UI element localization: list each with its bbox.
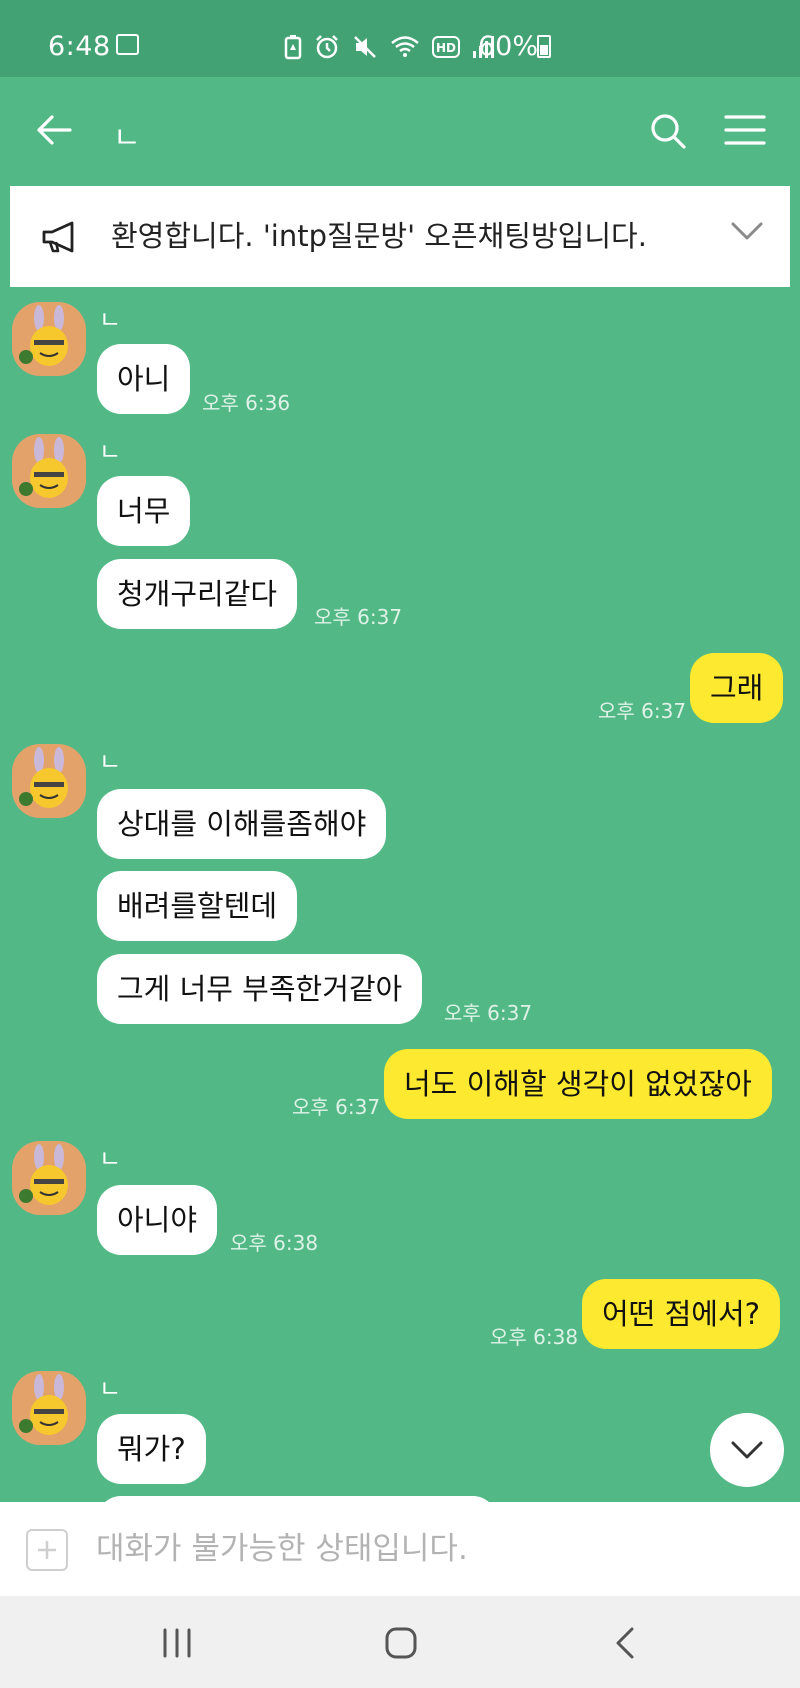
plus-icon <box>38 1541 56 1559</box>
message-bubble-incoming[interactable]: 그게 너무 부족한거같아 <box>97 954 423 1024</box>
message-time: 오후 6:37 <box>598 699 687 723</box>
message-bubble-incoming[interactable]: 너무 <box>97 476 191 546</box>
message-time: 오후 6:37 <box>444 1001 533 1025</box>
message-input[interactable]: 대화가 불가능한 상태입니다. <box>96 1502 468 1596</box>
message-time: 오후 6:37 <box>292 1095 381 1119</box>
message-bubble-incoming[interactable]: 아니 <box>97 344 191 414</box>
sender-name: ㄴ <box>99 748 122 776</box>
message-time: 오후 6:37 <box>314 605 403 629</box>
chat-title: ㄴ <box>113 121 141 156</box>
message-input-bar: 대화가 불가능한 상태입니다. <box>0 1502 800 1596</box>
message-bubble-incoming[interactable]: 뭐가? <box>97 1414 206 1484</box>
gallery-icon <box>116 34 139 55</box>
ryan-character-icon <box>19 1374 68 1435</box>
ryan-character-icon <box>19 305 68 366</box>
avatar[interactable] <box>12 1371 86 1445</box>
ryan-character-icon <box>19 1144 68 1205</box>
alarm-icon <box>316 35 338 59</box>
avatar[interactable] <box>12 744 86 818</box>
avatar[interactable] <box>12 434 86 508</box>
notice-text: 환영합니다. 'intp질문방' 오픈채팅방입니다. <box>111 219 647 253</box>
sender-name: ㄴ <box>99 438 122 466</box>
message-bubble-outgoing[interactable]: 너도 이해할 생각이 없었잖아 <box>384 1049 772 1119</box>
wifi-icon <box>391 36 419 57</box>
recent-apps-icon[interactable] <box>161 1628 193 1658</box>
chevron-down-icon[interactable] <box>730 220 764 242</box>
battery-percent: 60% <box>478 31 539 62</box>
message-time: 오후 6:38 <box>490 1325 579 1349</box>
sender-name: ㄴ <box>99 1145 122 1173</box>
notice-banner[interactable]: 환영합니다. 'intp질문방' 오픈채팅방입니다. <box>10 186 790 287</box>
status-icons: HD <box>284 34 494 60</box>
ryan-character-icon <box>19 747 68 808</box>
mute-icon <box>354 36 376 58</box>
message-bubble-outgoing[interactable]: 그래 <box>690 653 784 723</box>
svg-text:HD: HD <box>436 41 456 55</box>
avatar[interactable] <box>12 302 86 376</box>
back-icon[interactable] <box>614 1626 636 1660</box>
message-bubble-incoming[interactable]: 상대를 이해를좀해야 <box>97 789 387 859</box>
message-time: 오후 6:38 <box>230 1231 319 1255</box>
megaphone-icon <box>42 221 74 253</box>
message-time: 오후 6:36 <box>202 391 291 415</box>
hd-icon: HD <box>432 36 460 58</box>
battery-icon <box>537 35 551 58</box>
sender-name: ㄴ <box>99 1375 122 1403</box>
system-navigation-bar <box>0 1596 800 1688</box>
status-bar: 6:48 HD 60% <box>0 0 800 77</box>
sender-name: ㄴ <box>99 306 122 334</box>
attach-button[interactable] <box>26 1529 68 1571</box>
hamburger-menu-icon[interactable] <box>724 114 766 146</box>
chevron-down-icon <box>731 1441 763 1459</box>
ryan-character-icon <box>19 437 68 498</box>
battery-saver-icon <box>284 35 302 60</box>
message-bubble-outgoing[interactable]: 어떤 점에서? <box>582 1279 781 1349</box>
avatar[interactable] <box>12 1141 86 1215</box>
message-bubble-incoming[interactable]: 아니야 <box>97 1185 218 1255</box>
home-icon[interactable] <box>384 1626 418 1660</box>
search-icon[interactable] <box>649 112 687 150</box>
back-arrow-icon[interactable] <box>36 114 72 146</box>
message-bubble-incoming[interactable]: 청개구리같다 <box>97 559 298 629</box>
scroll-to-bottom-button[interactable] <box>710 1413 784 1487</box>
clock: 6:48 <box>48 31 111 62</box>
message-bubble-incoming[interactable]: 배려를할텐데 <box>97 871 298 941</box>
